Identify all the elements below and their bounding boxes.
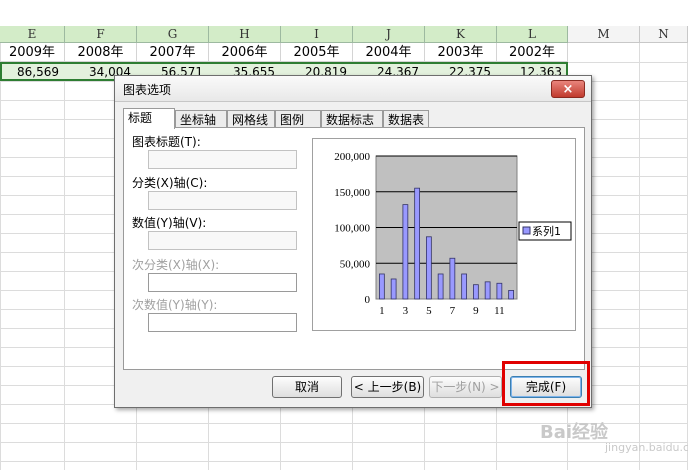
year-cell[interactable]: 2005年 [281, 43, 353, 62]
tab-0[interactable]: 标题 [123, 108, 175, 129]
field-input-4 [148, 313, 297, 332]
column-header-h[interactable]: H [209, 26, 281, 43]
bar [426, 236, 432, 300]
x-tick-label: 3 [403, 305, 409, 317]
x-tick-label: 7 [450, 305, 456, 317]
y-tick-label: 0 [365, 294, 371, 306]
legend-label: 系列1 [532, 224, 561, 238]
finish-highlight-box [502, 361, 590, 406]
year-cell[interactable]: 2003年 [425, 43, 497, 62]
dialog-title: 图表选项 [123, 83, 172, 97]
bar [402, 204, 409, 300]
grid-line-col [64, 43, 65, 470]
cancel-button[interactable]: 取消 [272, 376, 342, 398]
chart-preview: 0 50,000 100,000 150,000 200,000 1 3 5 7 9 11 系列1 [312, 138, 576, 331]
column-header-j[interactable]: J [353, 26, 425, 43]
value-cell[interactable]: 86,569 [7, 65, 59, 79]
watermark-brand: Bai经验 [540, 422, 609, 443]
column-header-k[interactable]: K [425, 26, 497, 43]
y-tick-label: 50,000 [340, 258, 371, 270]
column-header-f[interactable]: F [65, 26, 137, 43]
field-input-2[interactable] [148, 231, 297, 250]
year-cell[interactable]: 2006年 [209, 43, 281, 62]
column-header-n[interactable]: N [640, 26, 688, 43]
field-input-0[interactable] [148, 150, 297, 169]
bar [496, 282, 503, 300]
y-tick-label: 150,000 [334, 187, 370, 199]
next-step-button[interactable]: 下一步(N) > [429, 376, 502, 398]
grid-line-row [0, 461, 688, 462]
bar [461, 273, 467, 300]
bar [414, 187, 420, 300]
legend-swatch [522, 226, 531, 235]
grid-line-col [639, 43, 640, 470]
column-header-l[interactable]: L [497, 26, 568, 43]
tab-5[interactable]: 数据表 [383, 110, 429, 128]
watermark-url: jingyan.baidu.com [605, 441, 688, 454]
tab-panel-titles: 图表标题(T): 分类(X)轴(C): 数值(Y)轴(V): 次分类(X)轴(X): 次… [123, 127, 585, 370]
chart-preview-svg: 0 50,000 100,000 150,000 200,000 1 3 5 7 9 11 系列1 [334, 151, 572, 317]
bar [484, 281, 491, 300]
bar [449, 257, 456, 300]
field-label-4: 次数值(Y)轴(Y): [132, 298, 218, 312]
field-label-3: 次分类(X)轴(X): [132, 258, 220, 272]
bar [473, 284, 479, 300]
column-header-i[interactable]: I [281, 26, 353, 43]
x-tick-label: 11 [494, 305, 505, 317]
year-cell[interactable]: 2007年 [137, 43, 209, 62]
bar [508, 290, 514, 300]
tab-1[interactable]: 坐标轴 [175, 110, 227, 128]
previous-step-button[interactable]: < 上一步(B) [351, 376, 424, 398]
field-label-2: 数值(Y)轴(V): [132, 216, 207, 230]
chart-options-dialog: 图表选项 × 标题 坐标轴 网格线 图例 数据标志 数据表 图表标题(T): 分类(X)轴(… [114, 75, 592, 408]
tab-2[interactable]: 网格线 [227, 110, 275, 128]
y-tick-label: 100,000 [334, 223, 370, 235]
field-input-3 [148, 273, 297, 292]
year-cell[interactable]: 2008年 [65, 43, 137, 62]
field-label-1: 分类(X)轴(C): [132, 176, 208, 190]
formula-bar-area [0, 0, 688, 27]
close-button[interactable]: × [551, 80, 585, 98]
x-tick-label: 9 [473, 305, 479, 317]
grid-line-col [0, 43, 1, 470]
tab-4[interactable]: 数据标志 [321, 110, 383, 128]
year-cell[interactable]: 2002年 [497, 43, 568, 62]
bar [437, 273, 444, 300]
tab-3[interactable]: 图例 [275, 110, 321, 128]
field-input-1[interactable] [148, 191, 297, 210]
year-cell[interactable]: 2009年 [0, 43, 65, 62]
dialog-titlebar[interactable]: 图表选项 × [115, 76, 591, 102]
x-tick-label: 5 [426, 305, 432, 317]
y-tick-label: 200,000 [334, 151, 370, 163]
column-header-m[interactable]: M [568, 26, 640, 43]
field-label-0: 图表标题(T): [132, 135, 201, 149]
x-tick-label: 1 [379, 305, 385, 317]
bar [390, 278, 397, 300]
column-header-g[interactable]: G [137, 26, 209, 43]
year-cell[interactable]: 2004年 [353, 43, 425, 62]
bar [379, 273, 385, 300]
close-icon: × [562, 82, 574, 97]
column-header-e[interactable]: E [0, 26, 65, 43]
